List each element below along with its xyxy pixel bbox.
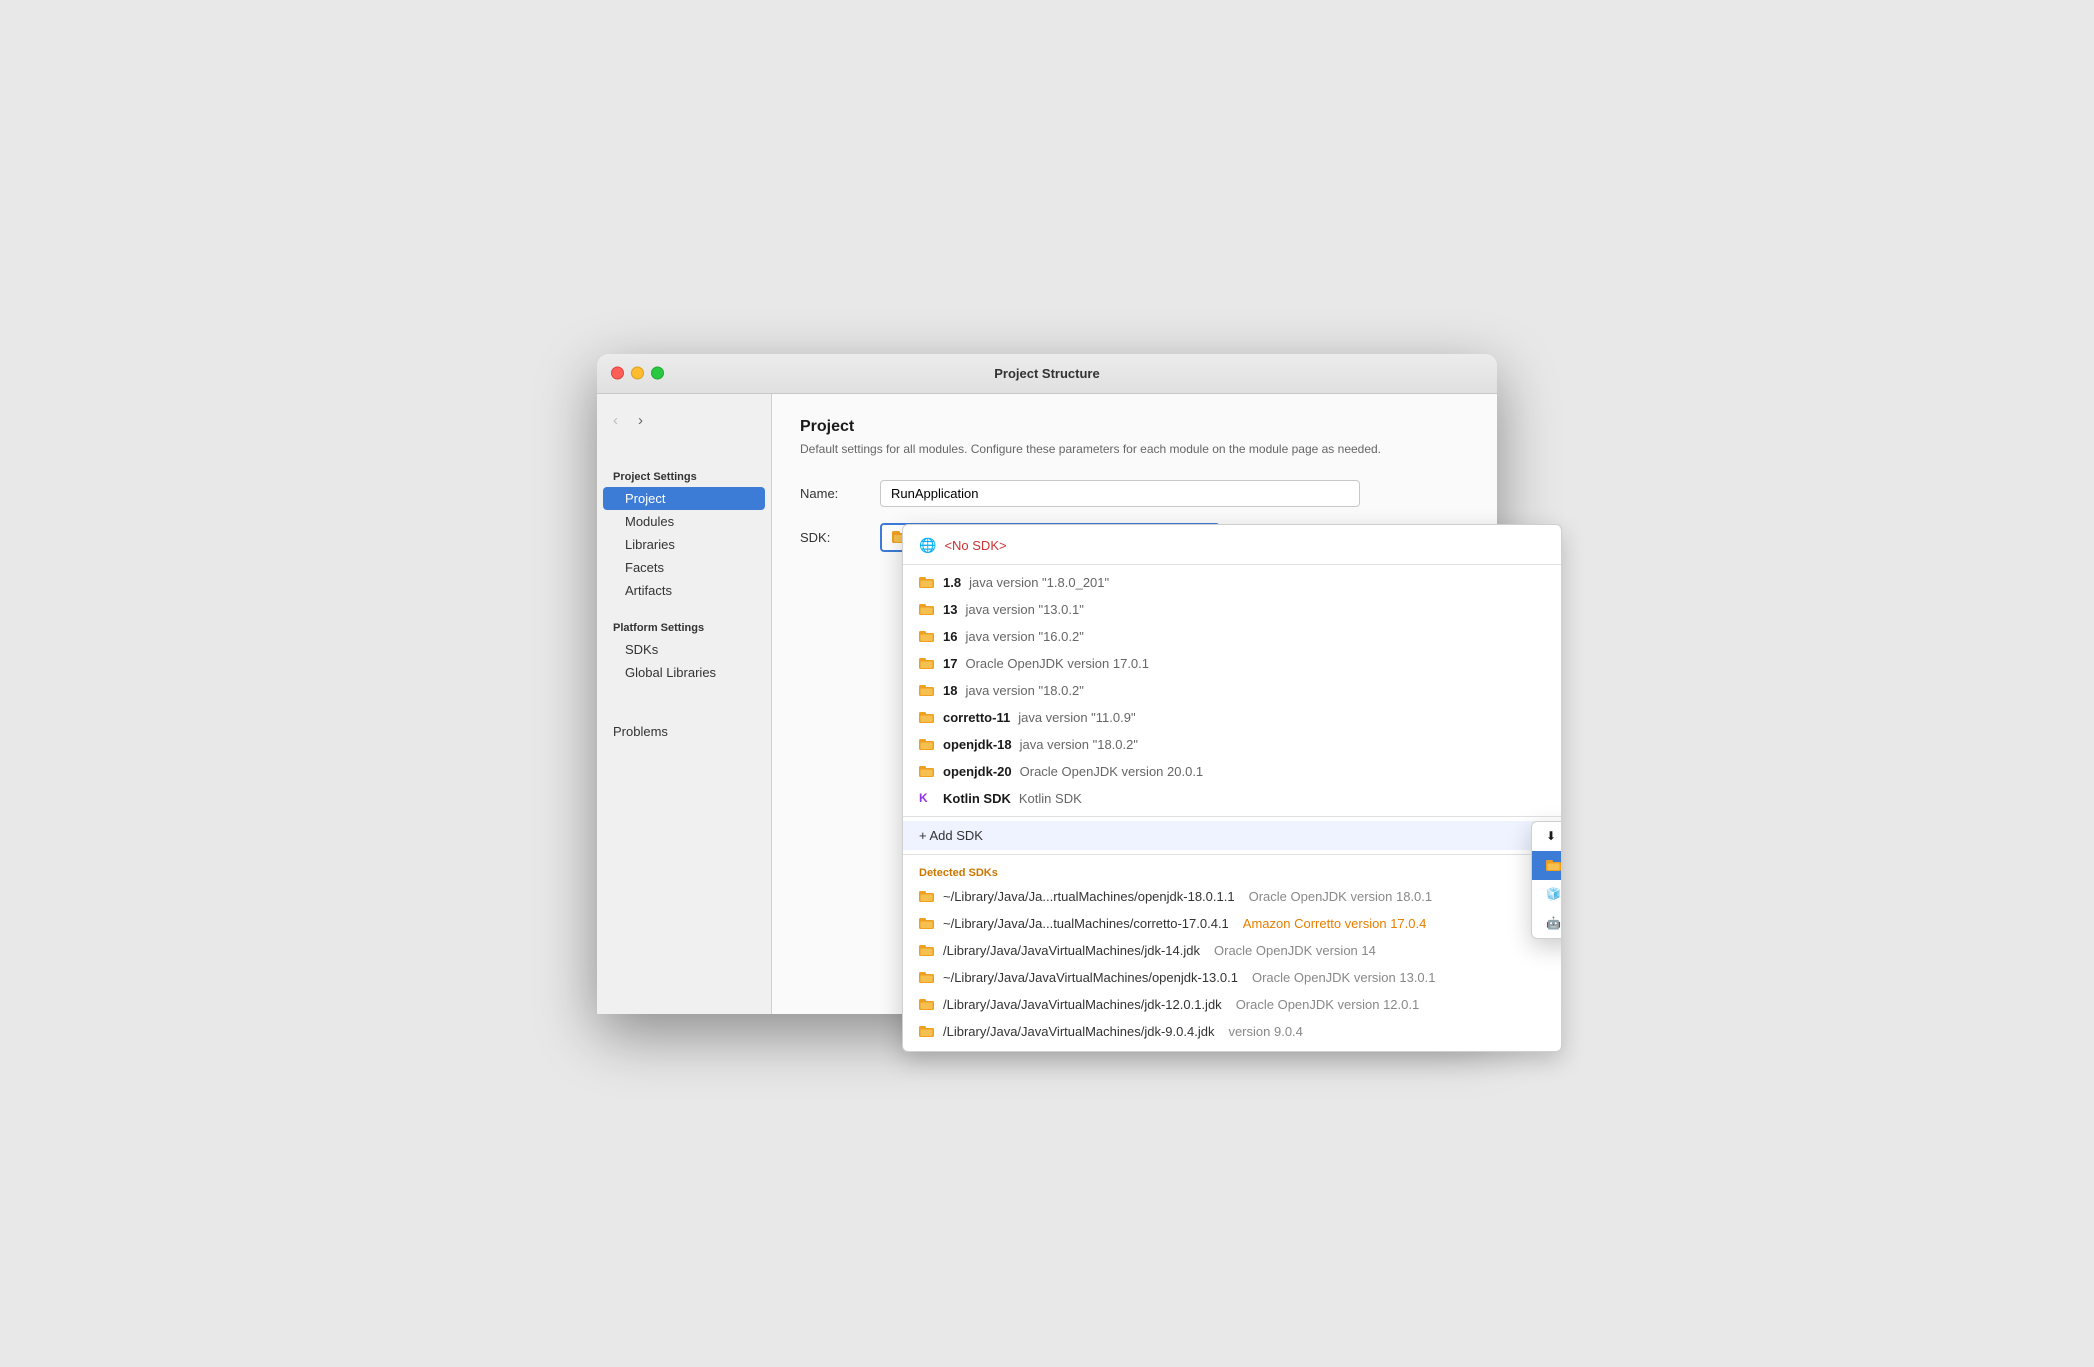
detected-path-3: ~/Library/Java/JavaVirtualMachines/openj… [943, 970, 1238, 985]
jdk-folder-icon-openjdk18 [919, 738, 935, 751]
sdk-dropdown-overlay: 🌐 <No SDK> 1.8 java version "1.8.0_201" … [902, 524, 1562, 1052]
detected-path-1: ~/Library/Java/Ja...tualMachines/corrett… [943, 916, 1229, 931]
kotlin-icon: K [919, 791, 935, 805]
detected-path-5: /Library/Java/JavaVirtualMachines/jdk-9.… [943, 1024, 1214, 1039]
submenu-intellij-plugin-sdk[interactable]: 🧊 IntelliJ Platform Plugin SDK... [1532, 880, 1562, 909]
detected-ver-5: version 9.0.4 [1228, 1024, 1302, 1039]
jdk-folder-icon-16 [919, 630, 935, 643]
jdk-folder-icon-18 [919, 684, 935, 697]
detected-folder-icon-0 [919, 890, 935, 903]
dropdown-item-18[interactable]: 18 java version "18.0.2" [903, 677, 1561, 704]
android-icon: 🤖 [1546, 916, 1561, 930]
traffic-lights [611, 367, 664, 380]
submenu-jdk[interactable]: JDK... [1532, 851, 1562, 880]
globe-icon: 🌐 [919, 537, 936, 554]
detected-ver-1: Amazon Corretto version 17.0.4 [1243, 916, 1427, 931]
detected-item-0[interactable]: ~/Library/Java/Ja...rtualMachines/openjd… [903, 883, 1561, 910]
detected-item-5[interactable]: /Library/Java/JavaVirtualMachines/jdk-9.… [903, 1018, 1561, 1045]
sidebar-item-problems[interactable]: Problems [597, 716, 771, 747]
name-input[interactable] [880, 480, 1360, 507]
dropdown-item-no-sdk[interactable]: 🌐 <No SDK> [903, 531, 1561, 560]
detected-folder-icon-4 [919, 998, 935, 1011]
page-title: Project [800, 418, 1469, 436]
detected-item-2[interactable]: /Library/Java/JavaVirtualMachines/jdk-14… [903, 937, 1561, 964]
dropdown-item-1.8[interactable]: 1.8 java version "1.8.0_201" [903, 569, 1561, 596]
project-settings-heading: Project Settings [597, 463, 771, 487]
detected-path-0: ~/Library/Java/Ja...rtualMachines/openjd… [943, 889, 1235, 904]
sidebar-item-artifacts[interactable]: Artifacts [597, 579, 771, 602]
sidebar-item-libraries[interactable]: Libraries [597, 533, 771, 556]
maximize-button[interactable] [651, 367, 664, 380]
jdk-folder-icon-corretto [919, 711, 935, 724]
dropdown-item-16[interactable]: 16 java version "16.0.2" [903, 623, 1561, 650]
jdk-folder-icon-13 [919, 603, 935, 616]
jdk-folder-icon-17 [919, 657, 935, 670]
submenu-folder-icon [1546, 859, 1562, 872]
detected-folder-icon-2 [919, 944, 935, 957]
detected-item-3[interactable]: ~/Library/Java/JavaVirtualMachines/openj… [903, 964, 1561, 991]
close-button[interactable] [611, 367, 624, 380]
detected-folder-icon-1 [919, 917, 935, 930]
sidebar-item-global-libraries[interactable]: Global Libraries [597, 661, 771, 684]
dropdown-item-17[interactable]: 17 Oracle OpenJDK version 17.0.1 [903, 650, 1561, 677]
detected-ver-0: Oracle OpenJDK version 18.0.1 [1249, 889, 1433, 904]
project-structure-window: Project Structure ‹ › Project Settings P… [597, 354, 1497, 1014]
title-bar: Project Structure [597, 354, 1497, 394]
content-area: ‹ › Project Settings Project Modules Lib… [597, 394, 1497, 1014]
add-sdk-submenu: ⬇ Download JDK... JDK... 🧊 IntelliJ Plat… [1531, 821, 1562, 939]
dropdown-item-openjdk-20[interactable]: openjdk-20 Oracle OpenJDK version 20.0.1 [903, 758, 1561, 785]
sidebar-item-sdks[interactable]: SDKs [597, 638, 771, 661]
detected-folder-icon-3 [919, 971, 935, 984]
dropdown-item-13[interactable]: 13 java version "13.0.1" [903, 596, 1561, 623]
add-sdk-label: + Add SDK [919, 828, 983, 843]
dropdown-item-openjdk-18[interactable]: openjdk-18 java version "18.0.2" [903, 731, 1561, 758]
sidebar: ‹ › Project Settings Project Modules Lib… [597, 394, 772, 1014]
name-label: Name: [800, 486, 880, 501]
add-sdk-row[interactable]: + Add SDK › ⬇ Download JDK... JDK... [903, 821, 1561, 850]
window-title: Project Structure [994, 366, 1099, 381]
intellij-icon: 🧊 [1546, 887, 1561, 901]
detected-sdks-heading: Detected SDKs [903, 859, 1561, 883]
detected-ver-3: Oracle OpenJDK version 13.0.1 [1252, 970, 1436, 985]
download-icon: ⬇ [1546, 829, 1556, 843]
detected-path-4: /Library/Java/JavaVirtualMachines/jdk-12… [943, 997, 1222, 1012]
detected-folder-icon-5 [919, 1025, 935, 1038]
detected-item-1[interactable]: ~/Library/Java/Ja...tualMachines/corrett… [903, 910, 1561, 937]
minimize-button[interactable] [631, 367, 644, 380]
sdk-dropdown-list: 🌐 <No SDK> 1.8 java version "1.8.0_201" … [903, 525, 1561, 1051]
forward-arrow[interactable]: › [632, 410, 649, 431]
sidebar-item-project[interactable]: Project [603, 487, 765, 510]
back-arrow[interactable]: ‹ [607, 410, 624, 431]
submenu-download-jdk[interactable]: ⬇ Download JDK... [1532, 822, 1562, 851]
platform-settings-heading: Platform Settings [597, 614, 771, 638]
no-sdk-label: <No SDK> [944, 538, 1006, 553]
main-panel: Project Default settings for all modules… [772, 394, 1497, 1014]
detected-ver-4: Oracle OpenJDK version 12.0.1 [1236, 997, 1420, 1012]
detected-ver-2: Oracle OpenJDK version 14 [1214, 943, 1376, 958]
jdk-folder-icon-openjdk20 [919, 765, 935, 778]
dropdown-item-corretto-11[interactable]: corretto-11 java version "11.0.9" [903, 704, 1561, 731]
dropdown-item-kotlin-sdk[interactable]: K Kotlin SDK Kotlin SDK [903, 785, 1561, 812]
jdk-folder-icon [919, 576, 935, 589]
sdk-label: SDK: [800, 530, 880, 545]
sidebar-item-facets[interactable]: Facets [597, 556, 771, 579]
submenu-android-sdk[interactable]: 🤖 Android SDK... [1532, 909, 1562, 938]
detected-item-4[interactable]: /Library/Java/JavaVirtualMachines/jdk-12… [903, 991, 1561, 1018]
name-row: Name: [800, 480, 1469, 507]
sidebar-item-modules[interactable]: Modules [597, 510, 771, 533]
detected-path-2: /Library/Java/JavaVirtualMachines/jdk-14… [943, 943, 1200, 958]
page-description: Default settings for all modules. Config… [800, 442, 1469, 456]
